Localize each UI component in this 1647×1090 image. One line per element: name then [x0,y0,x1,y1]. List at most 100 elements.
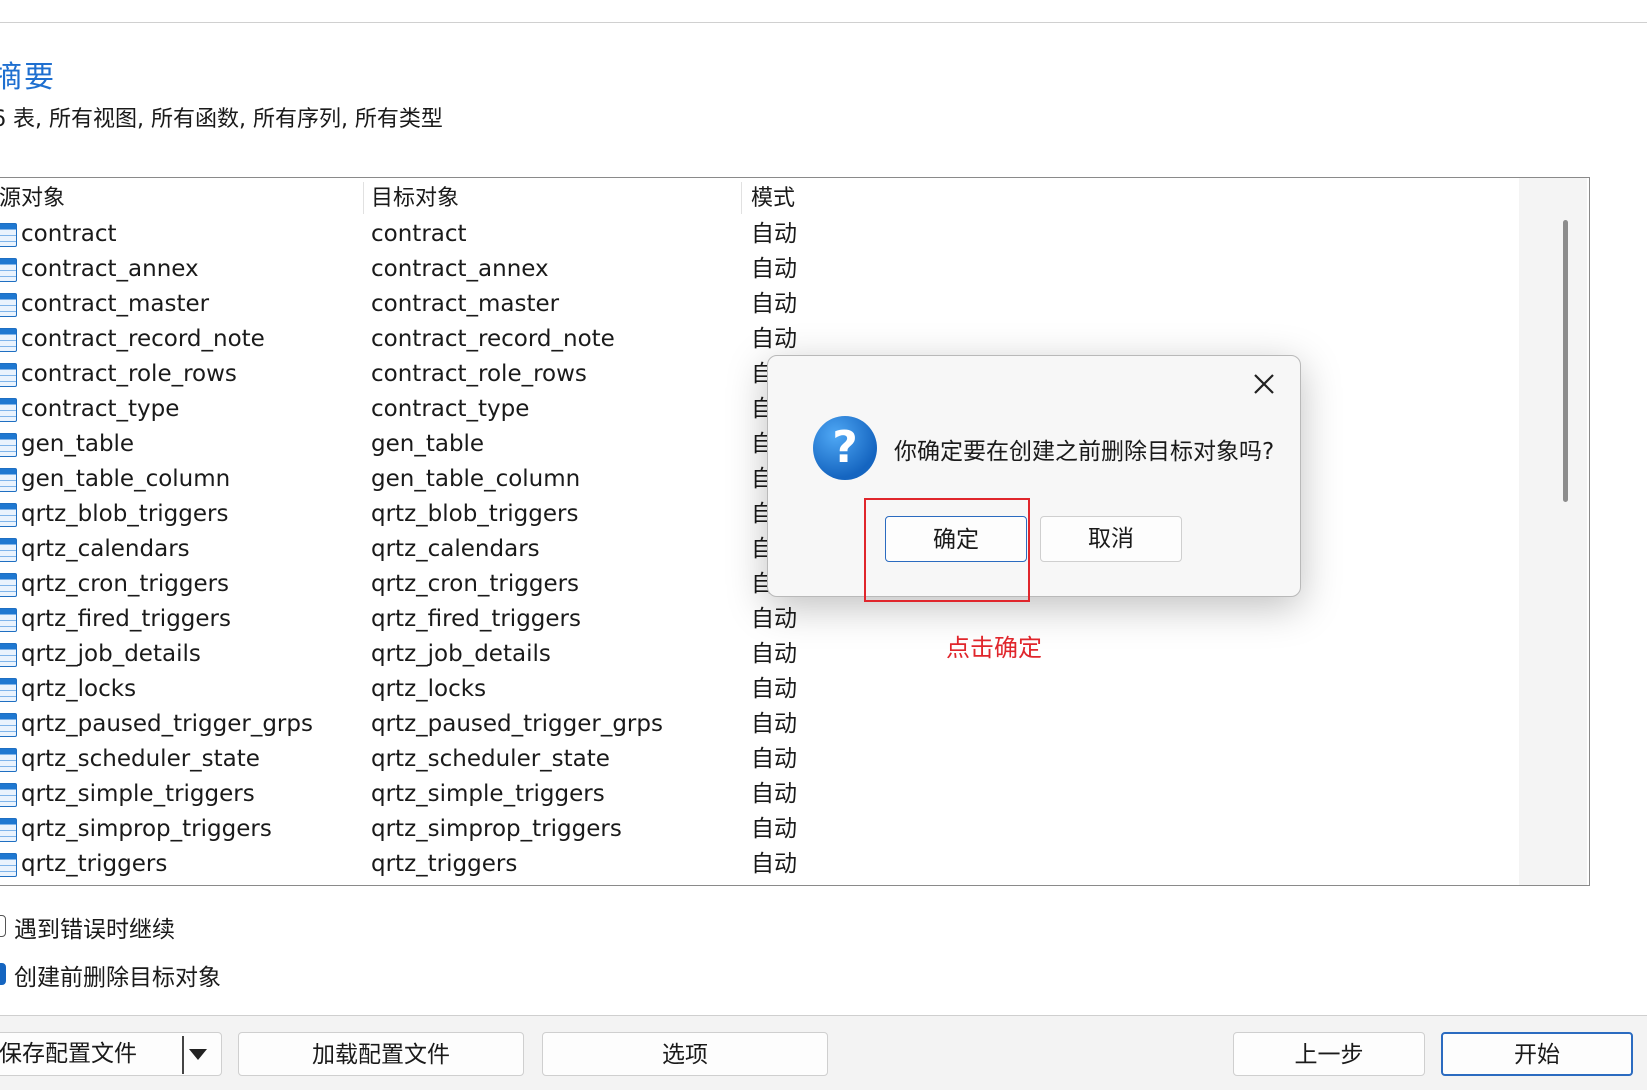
mode-cell[interactable]: 自动 [751,847,797,882]
target-cell[interactable]: contract_annex [371,252,549,287]
mode-cell[interactable]: 自动 [751,707,797,742]
load-profile-button[interactable]: 加载配置文件 [238,1032,524,1076]
header-separator[interactable] [741,182,742,214]
mode-cell[interactable]: 自动 [751,217,797,252]
source-cell: gen_table [21,431,135,457]
source-cell: qrtz_paused_trigger_grps [21,711,313,737]
source-cell: qrtz_triggers [21,851,168,877]
target-cell[interactable]: contract_type [371,392,529,427]
table-row[interactable]: contract_master contract_master 自动 [0,287,1519,322]
header-source[interactable]: 源对象 [0,178,65,218]
target-cell[interactable]: contract_record_note [371,322,615,357]
target-cell[interactable]: gen_table_column [371,462,580,497]
save-profile-split-button[interactable]: 保存配置文件 [0,1032,222,1076]
table-row[interactable]: qrtz_triggers qrtz_triggers 自动 [0,847,1519,882]
table-icon [0,608,17,632]
source-cell: qrtz_locks [21,676,137,702]
table-icon [0,433,17,457]
table-icon [0,853,17,877]
table-row[interactable]: qrtz_paused_trigger_grps qrtz_paused_tri… [0,707,1519,742]
table-row[interactable]: qrtz_job_details qrtz_job_details 自动 [0,637,1519,672]
drop-before-create-label[interactable]: 创建前删除目标对象 [14,958,221,992]
mode-cell[interactable]: 自动 [751,322,797,357]
source-cell: qrtz_fired_triggers [21,606,231,632]
table-row[interactable]: contract_annex contract_annex 自动 [0,252,1519,287]
source-cell: qrtz_calendars [21,536,190,562]
save-profile-button-label[interactable]: 保存配置文件 [0,1041,137,1067]
table-icon [0,818,17,842]
target-cell[interactable]: contract_master [371,287,559,322]
vertical-scrollbar[interactable] [1519,178,1587,885]
source-cell: qrtz_scheduler_state [21,746,260,772]
dialog-message: 你确定要在创建之前删除目标对象吗? [894,439,1275,465]
table-icon [0,468,17,492]
target-cell[interactable]: qrtz_cron_triggers [371,567,579,602]
mode-cell[interactable]: 自动 [751,252,797,287]
table-icon [0,328,17,352]
target-cell[interactable]: qrtz_calendars [371,532,540,567]
header-target[interactable]: 目标对象 [371,178,459,218]
continue-on-error-label[interactable]: 遇到错误时继续 [14,910,175,944]
target-cell[interactable]: qrtz_blob_triggers [371,497,578,532]
table-icon [0,293,17,317]
mode-cell[interactable]: 自动 [751,602,797,637]
source-cell: contract_record_note [21,326,265,352]
table-icon [0,678,17,702]
mode-cell[interactable]: 自动 [751,777,797,812]
split-divider [182,1036,184,1074]
highlight-box [864,498,1030,602]
table-icon [0,363,17,387]
mode-cell[interactable]: 自动 [751,287,797,322]
source-cell: qrtz_cron_triggers [21,571,230,597]
mode-cell[interactable]: 自动 [751,742,797,777]
summary-description: 6 表, 所有视图, 所有函数, 所有序列, 所有类型 [0,107,443,132]
header-mode[interactable]: 模式 [751,178,795,218]
source-cell: contract_role_rows [21,361,237,387]
table-row[interactable]: qrtz_simprop_triggers qrtz_simprop_trigg… [0,812,1519,847]
table-icon [0,223,17,247]
target-cell[interactable]: qrtz_paused_trigger_grps [371,707,663,742]
table-icon [0,573,17,597]
mode-cell[interactable]: 自动 [751,812,797,847]
mode-cell[interactable]: 自动 [751,637,797,672]
source-cell: contract_master [21,291,210,317]
target-cell[interactable]: qrtz_fired_triggers [371,602,581,637]
drop-before-create-checkbox[interactable] [0,963,6,985]
table-icon [0,643,17,667]
table-row[interactable]: contract contract 自动 [0,217,1519,252]
target-cell[interactable]: gen_table [371,427,484,462]
target-cell[interactable]: qrtz_simple_triggers [371,777,605,812]
source-cell: contract [21,221,117,247]
caret-down-icon[interactable] [189,1049,207,1060]
table-row[interactable]: qrtz_fired_triggers qrtz_fired_triggers … [0,602,1519,637]
table-icon [0,748,17,772]
target-cell[interactable]: qrtz_scheduler_state [371,742,610,777]
source-cell: qrtz_job_details [21,641,201,667]
target-cell[interactable]: contract_role_rows [371,357,587,392]
cancel-button[interactable]: 取消 [1040,516,1182,562]
header-separator[interactable] [363,182,364,214]
table-row[interactable]: qrtz_simple_triggers qrtz_simple_trigger… [0,777,1519,812]
options-button[interactable]: 选项 [542,1032,828,1076]
target-cell[interactable]: qrtz_job_details [371,637,551,672]
target-cell[interactable]: qrtz_simprop_triggers [371,812,622,847]
table-icon [0,713,17,737]
target-cell[interactable]: qrtz_triggers [371,847,517,882]
table-row[interactable]: contract_record_note contract_record_not… [0,322,1519,357]
close-icon[interactable] [1246,366,1282,402]
source-cell: contract_annex [21,256,199,282]
scrollbar-thumb[interactable] [1563,220,1568,502]
target-cell[interactable]: contract [371,217,467,252]
table-icon [0,258,17,282]
table-row[interactable]: qrtz_scheduler_state qrtz_scheduler_stat… [0,742,1519,777]
back-button[interactable]: 上一步 [1233,1032,1425,1076]
mode-cell[interactable]: 自动 [751,672,797,707]
confirm-dialog: ? 你确定要在创建之前删除目标对象吗? 确定 取消 [767,355,1301,597]
top-divider [0,22,1647,23]
table-row[interactable]: qrtz_locks qrtz_locks 自动 [0,672,1519,707]
source-cell: gen_table_column [21,466,231,492]
target-cell[interactable]: qrtz_locks [371,672,486,707]
source-cell: qrtz_simprop_triggers [21,816,272,842]
start-button[interactable]: 开始 [1441,1032,1633,1076]
continue-on-error-checkbox[interactable] [0,915,6,937]
